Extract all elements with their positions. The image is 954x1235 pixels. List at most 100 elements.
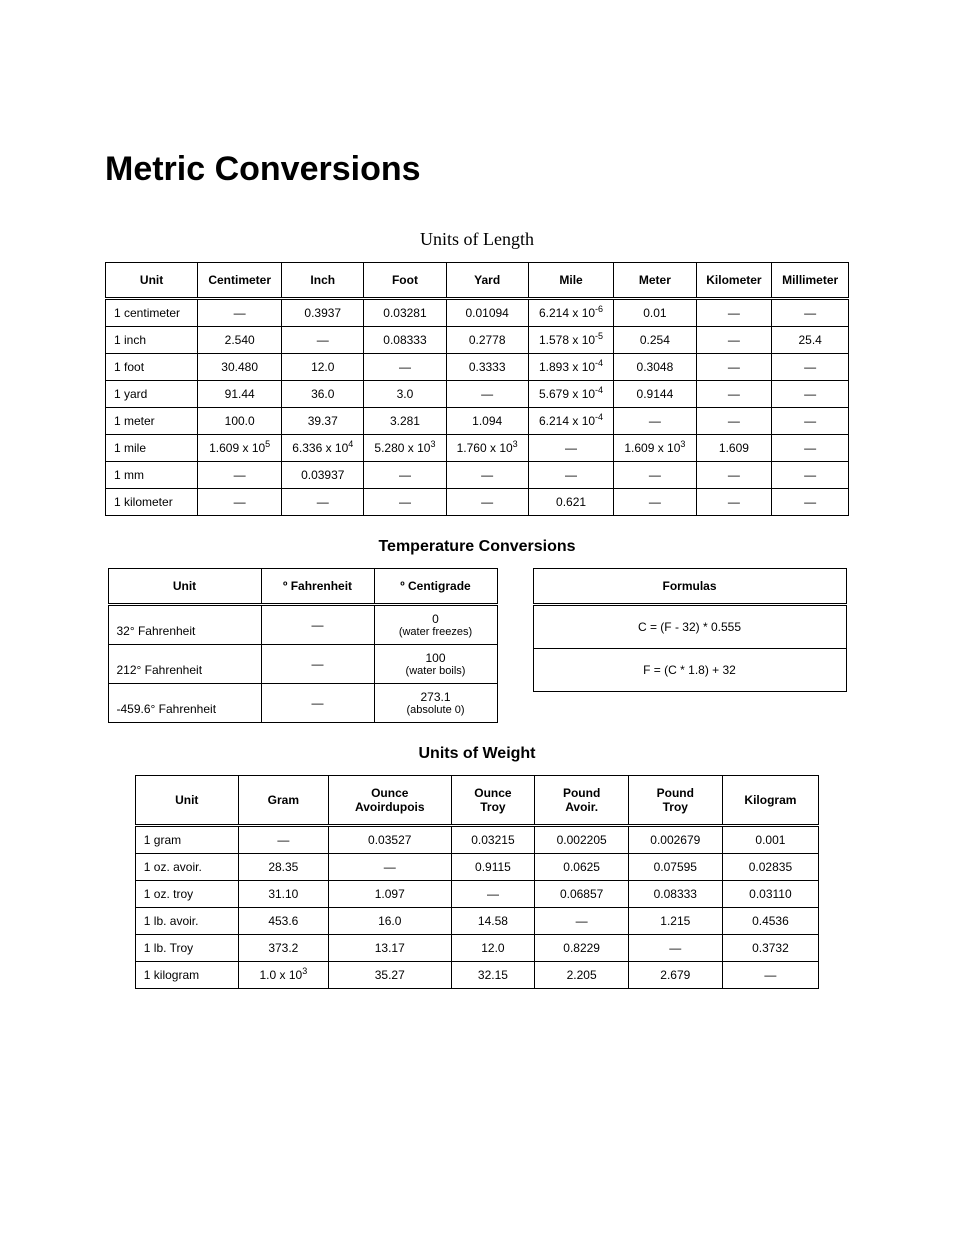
value-cell: 0.9144 (614, 381, 696, 408)
value-cell: — (614, 489, 696, 516)
value-cell: 0.0625 (535, 854, 629, 881)
length-col-header: Millimeter (772, 263, 849, 299)
weight-col-header: Unit (135, 776, 238, 826)
value-cell: 1.578 x 10-5 (528, 327, 614, 354)
unit-cell: 1 oz. avoir. (135, 854, 238, 881)
length-col-header: Inch (282, 263, 364, 299)
value-cell: — (528, 462, 614, 489)
formulas-header: Formulas (533, 569, 846, 605)
value-cell: 1.609 x 103 (614, 435, 696, 462)
table-row: -459.6° Fahrenheit—273.1(absolute 0) (108, 684, 497, 723)
value-cell: 6.214 x 10-6 (528, 299, 614, 327)
value-cell: 39.37 (282, 408, 364, 435)
value-cell: — (364, 354, 446, 381)
value-cell: — (696, 299, 772, 327)
value-cell: 16.0 (328, 908, 451, 935)
value-cell: 2.205 (535, 962, 629, 989)
value-cell: — (198, 462, 282, 489)
length-caption: Units of Length (105, 229, 849, 250)
value-cell: 13.17 (328, 935, 451, 962)
value-cell: 1.0 x 103 (238, 962, 328, 989)
value-cell: 1.097 (328, 881, 451, 908)
table-row: 1 kilogram1.0 x 10335.2732.152.2052.679— (135, 962, 818, 989)
page-title: Metric Conversions (105, 150, 849, 189)
value-cell: 91.44 (198, 381, 282, 408)
value-cell: 100(water boils) (374, 645, 497, 684)
value-cell: 0.07595 (628, 854, 722, 881)
value-cell: — (696, 408, 772, 435)
unit-cell: 1 mm (106, 462, 198, 489)
value-cell: 1.760 x 103 (446, 435, 528, 462)
table-row: 1 mile1.609 x 1056.336 x 1045.280 x 1031… (106, 435, 849, 462)
value-cell: 0.621 (528, 489, 614, 516)
unit-cell: 1 yard (106, 381, 198, 408)
value-cell: 0.002679 (628, 826, 722, 854)
value-cell: — (261, 605, 374, 645)
value-cell: 0.03527 (328, 826, 451, 854)
value-cell: 0.254 (614, 327, 696, 354)
unit-cell: 1 centimeter (106, 299, 198, 327)
value-cell: 31.10 (238, 881, 328, 908)
table-row: 212° Fahrenheit—100(water boils) (108, 645, 497, 684)
unit-cell: 1 kilogram (135, 962, 238, 989)
weight-col-header: Gram (238, 776, 328, 826)
weight-col-header: OunceAvoirdupois (328, 776, 451, 826)
unit-cell: 1 kilometer (106, 489, 198, 516)
length-col-header: Foot (364, 263, 446, 299)
value-cell: 0.3048 (614, 354, 696, 381)
length-col-header: Yard (446, 263, 528, 299)
value-cell: 373.2 (238, 935, 328, 962)
value-cell: 0.03281 (364, 299, 446, 327)
value-cell: — (528, 435, 614, 462)
value-cell: 0.01 (614, 299, 696, 327)
value-cell: — (696, 381, 772, 408)
unit-cell: 1 gram (135, 826, 238, 854)
value-cell: 0.06857 (535, 881, 629, 908)
value-cell: 6.336 x 104 (282, 435, 364, 462)
length-col-header: Meter (614, 263, 696, 299)
table-row: 1 mm—0.03937—————— (106, 462, 849, 489)
table-row: 1 gram—0.035270.032150.0022050.0026790.0… (135, 826, 818, 854)
value-cell: — (261, 684, 374, 723)
value-cell: 25.4 (772, 327, 849, 354)
value-cell: 0.01094 (446, 299, 528, 327)
length-col-header: Centimeter (198, 263, 282, 299)
value-cell: — (628, 935, 722, 962)
table-row: 1 oz. avoir.28.35—0.91150.06250.075950.0… (135, 854, 818, 881)
table-row: 1 kilometer————0.621——— (106, 489, 849, 516)
value-cell: — (722, 962, 819, 989)
value-cell: — (772, 462, 849, 489)
value-cell: 0.03215 (451, 826, 535, 854)
length-col-header: Kilometer (696, 263, 772, 299)
value-cell: — (614, 408, 696, 435)
table-row: 1 lb. Troy373.213.1712.00.8229—0.3732 (135, 935, 818, 962)
weight-col-header: PoundTroy (628, 776, 722, 826)
table-row: 1 centimeter—0.39370.032810.010946.214 x… (106, 299, 849, 327)
value-cell: 0.02835 (722, 854, 819, 881)
document-page: Metric Conversions Units of Length UnitC… (0, 0, 954, 1235)
value-cell: 1.609 x 105 (198, 435, 282, 462)
value-cell: — (696, 489, 772, 516)
unit-cell: 1 inch (106, 327, 198, 354)
value-cell: 30.480 (198, 354, 282, 381)
value-cell: 273.1(absolute 0) (374, 684, 497, 723)
formulas-table: Formulas C = (F - 32) * 0.555F = (C * 1.… (533, 568, 847, 692)
value-cell: 0.2778 (446, 327, 528, 354)
length-table: UnitCentimeterInchFootYardMileMeterKilom… (105, 262, 849, 516)
table-row: 32° Fahrenheit—0(water freezes) (108, 605, 497, 645)
value-cell: 35.27 (328, 962, 451, 989)
value-cell: 32.15 (451, 962, 535, 989)
value-cell: — (364, 462, 446, 489)
table-row: 1 inch2.540—0.083330.27781.578 x 10-50.2… (106, 327, 849, 354)
unit-cell: 1 foot (106, 354, 198, 381)
temp-header-fahrenheit: º Fahrenheit (261, 569, 374, 605)
value-cell: 0.8229 (535, 935, 629, 962)
table-row: C = (F - 32) * 0.555 (533, 605, 846, 649)
value-cell: 0.3732 (722, 935, 819, 962)
length-col-header: Unit (106, 263, 198, 299)
value-cell: 5.679 x 10-4 (528, 381, 614, 408)
temp-header-centigrade: º Centigrade (374, 569, 497, 605)
weight-caption: Units of Weight (105, 745, 849, 763)
value-cell: 14.58 (451, 908, 535, 935)
value-cell: — (261, 645, 374, 684)
